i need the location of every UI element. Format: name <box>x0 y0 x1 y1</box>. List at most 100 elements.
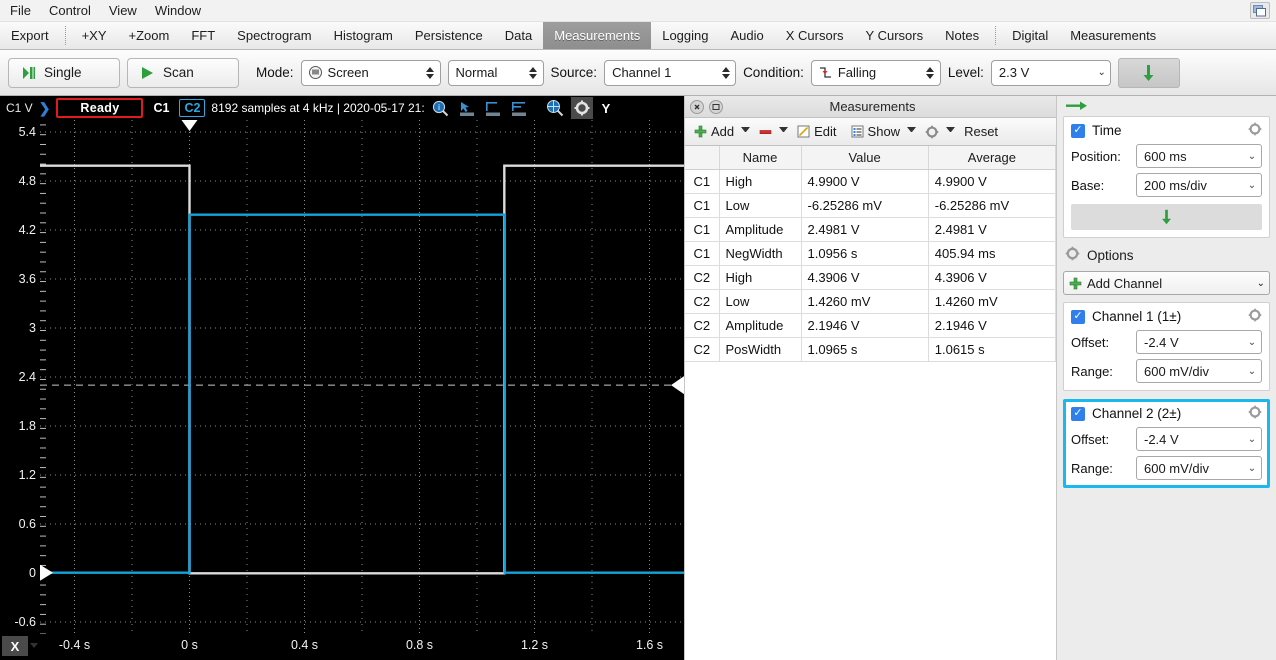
tab-histogram[interactable]: Histogram <box>323 22 404 49</box>
cursor-select-icon[interactable] <box>457 98 477 118</box>
close-icon[interactable] <box>690 99 704 114</box>
tab-y-cursors[interactable]: Y Cursors <box>855 22 935 49</box>
channel-1-checkbox[interactable] <box>1071 309 1085 324</box>
remove-dropdown-arrow-icon[interactable] <box>779 127 789 136</box>
channel-2-offset-select[interactable]: -2.4 V ⌄ <box>1136 427 1262 451</box>
menu-item-window[interactable]: Window <box>155 3 201 18</box>
channel-2-toggle[interactable]: C2 <box>179 99 206 117</box>
time-checkbox[interactable] <box>1071 123 1085 138</box>
scope-header: C1 V ❯ Ready C1 C2 8192 samples at 4 kHz… <box>0 96 684 120</box>
table-row[interactable]: C1 Amplitude 2.4981 V 2.4981 V <box>685 217 1057 242</box>
y-axis-tick: 2.4 <box>18 370 36 384</box>
add-dropdown-arrow-icon[interactable] <box>741 127 751 136</box>
time-apply-button[interactable] <box>1071 204 1262 230</box>
x-axis-chevron-icon[interactable] <box>30 643 38 648</box>
menu-item-view[interactable]: View <box>109 3 137 18</box>
zoom-fit-icon[interactable] <box>545 98 565 118</box>
show-dropdown-arrow-icon[interactable] <box>907 127 917 136</box>
window-layout-icon[interactable] <box>1250 2 1270 19</box>
add-channel-select[interactable]: Add Channel ⌄ <box>1063 271 1270 295</box>
table-row[interactable]: C1 Low -6.25286 mV -6.25286 mV <box>685 193 1057 218</box>
options-gear-icon[interactable] <box>1065 246 1080 264</box>
chevron-down-icon[interactable]: ⌄ <box>1246 151 1258 162</box>
waveform-plot[interactable] <box>40 120 684 634</box>
chevron-down-icon[interactable]: ⌄ <box>1246 337 1258 348</box>
y-axis-tick: 0.6 <box>18 516 36 531</box>
tab-logging[interactable]: Logging <box>651 22 719 49</box>
chevron-down-icon[interactable]: ⌄ <box>1246 463 1258 474</box>
y-axis-tick: 1.8 <box>18 418 36 433</box>
scan-button[interactable]: Scan <box>127 57 239 88</box>
trigger-type-stepper[interactable] <box>528 64 539 82</box>
mode-stepper[interactable] <box>425 64 436 82</box>
add-measurement-button[interactable]: Add <box>691 122 737 141</box>
condition-stepper[interactable] <box>925 64 936 82</box>
measurement-average: -6.25286 mV <box>928 193 1057 218</box>
tab-notes[interactable]: Notes <box>934 22 990 49</box>
zoom-info-icon[interactable]: i <box>431 98 451 118</box>
tab-audio[interactable]: Audio <box>720 22 775 49</box>
table-row[interactable]: C2 Low 1.4260 mV 1.4260 mV <box>685 289 1057 314</box>
tab-measurements[interactable]: Measurements <box>543 22 652 49</box>
tab-export[interactable]: Export <box>0 22 60 49</box>
svg-text:i: i <box>438 103 440 112</box>
mode-select[interactable]: Screen <box>300 59 441 86</box>
level-select[interactable]: 2.3 V ⌄ <box>990 59 1111 86</box>
expand-arrow-icon[interactable]: ❯ <box>39 100 51 117</box>
channel-2-checkbox[interactable] <box>1071 406 1085 421</box>
position-label: Position: <box>1071 148 1121 164</box>
chevron-down-icon[interactable]: ⌄ <box>1246 180 1258 191</box>
channel-2-gear-icon[interactable] <box>1248 405 1262 422</box>
tab-fft[interactable]: FFT <box>180 22 226 49</box>
measurement-options-button[interactable] <box>922 123 942 141</box>
channel-1-range-label: Range: <box>1071 363 1113 379</box>
chevron-down-icon[interactable]: ⌄ <box>1098 67 1106 78</box>
force-trigger-button[interactable] <box>1117 57 1180 88</box>
tab-xy[interactable]: +XY <box>71 22 118 49</box>
options-dropdown-arrow-icon[interactable] <box>946 127 956 136</box>
source-value: Channel 1 <box>612 65 672 80</box>
align-bars-icon[interactable] <box>509 98 529 118</box>
tab-data[interactable]: Data <box>494 22 543 49</box>
x-axis-button[interactable]: X <box>2 636 28 656</box>
source-stepper[interactable] <box>720 64 731 82</box>
edit-measurement-button[interactable]: Edit <box>794 122 839 141</box>
channel-2-range-select[interactable]: 600 mV/div ⌄ <box>1136 456 1262 480</box>
align-left-icon[interactable] <box>483 98 503 118</box>
trigger-type-select[interactable]: Normal <box>447 59 544 86</box>
tab-x-cursors[interactable]: X Cursors <box>775 22 855 49</box>
table-row[interactable]: C1 High 4.9900 V 4.9900 V <box>685 169 1057 194</box>
menu-item-control[interactable]: Control <box>49 3 91 18</box>
chevron-down-icon[interactable]: ⌄ <box>1257 278 1265 289</box>
channel-1-offset-select[interactable]: -2.4 V ⌄ <box>1136 330 1262 354</box>
table-row[interactable]: C2 High 4.3906 V 4.3906 V <box>685 265 1057 290</box>
remove-measurement-button[interactable] <box>756 126 775 138</box>
channel-1-toggle[interactable]: C1 <box>149 100 173 116</box>
tab-digital[interactable]: Digital <box>1001 22 1059 49</box>
undock-icon[interactable] <box>709 99 723 114</box>
channel-1-gear-icon[interactable] <box>1248 308 1262 325</box>
reset-measurements-button[interactable]: Reset <box>961 122 1001 141</box>
scope-gear-icon[interactable] <box>570 97 593 119</box>
chevron-down-icon[interactable]: ⌄ <box>1246 366 1258 377</box>
channel-1-range-select[interactable]: 600 mV/div ⌄ <box>1136 359 1262 383</box>
source-select[interactable]: Channel 1 <box>604 59 737 86</box>
level-value: 2.3 V <box>998 65 1030 80</box>
y-axis-button[interactable]: Y <box>599 101 614 116</box>
position-select[interactable]: 600 ms ⌄ <box>1136 144 1262 168</box>
show-measurement-button[interactable]: Show <box>848 122 904 141</box>
table-row[interactable]: C2 Amplitude 2.1946 V 2.1946 V <box>685 313 1057 338</box>
time-gear-icon[interactable] <box>1248 122 1262 139</box>
single-button[interactable]: Single <box>8 57 120 88</box>
table-row[interactable]: C1 NegWidth 1.0956 s 405.94 ms <box>685 241 1057 266</box>
base-select[interactable]: 200 ms/div ⌄ <box>1136 173 1262 197</box>
tab-zoom[interactable]: +Zoom <box>118 22 181 49</box>
tab-spectrogram[interactable]: Spectrogram <box>226 22 322 49</box>
measurement-value: 1.4260 mV <box>801 289 929 314</box>
tab-persistence[interactable]: Persistence <box>404 22 494 49</box>
condition-select[interactable]: Falling <box>810 59 941 86</box>
table-row[interactable]: C2 PosWidth 1.0965 s 1.0615 s <box>685 337 1057 362</box>
menu-item-file[interactable]: File <box>10 3 31 18</box>
chevron-down-icon[interactable]: ⌄ <box>1246 434 1258 445</box>
tab-measurements-window[interactable]: Measurements <box>1059 22 1167 49</box>
